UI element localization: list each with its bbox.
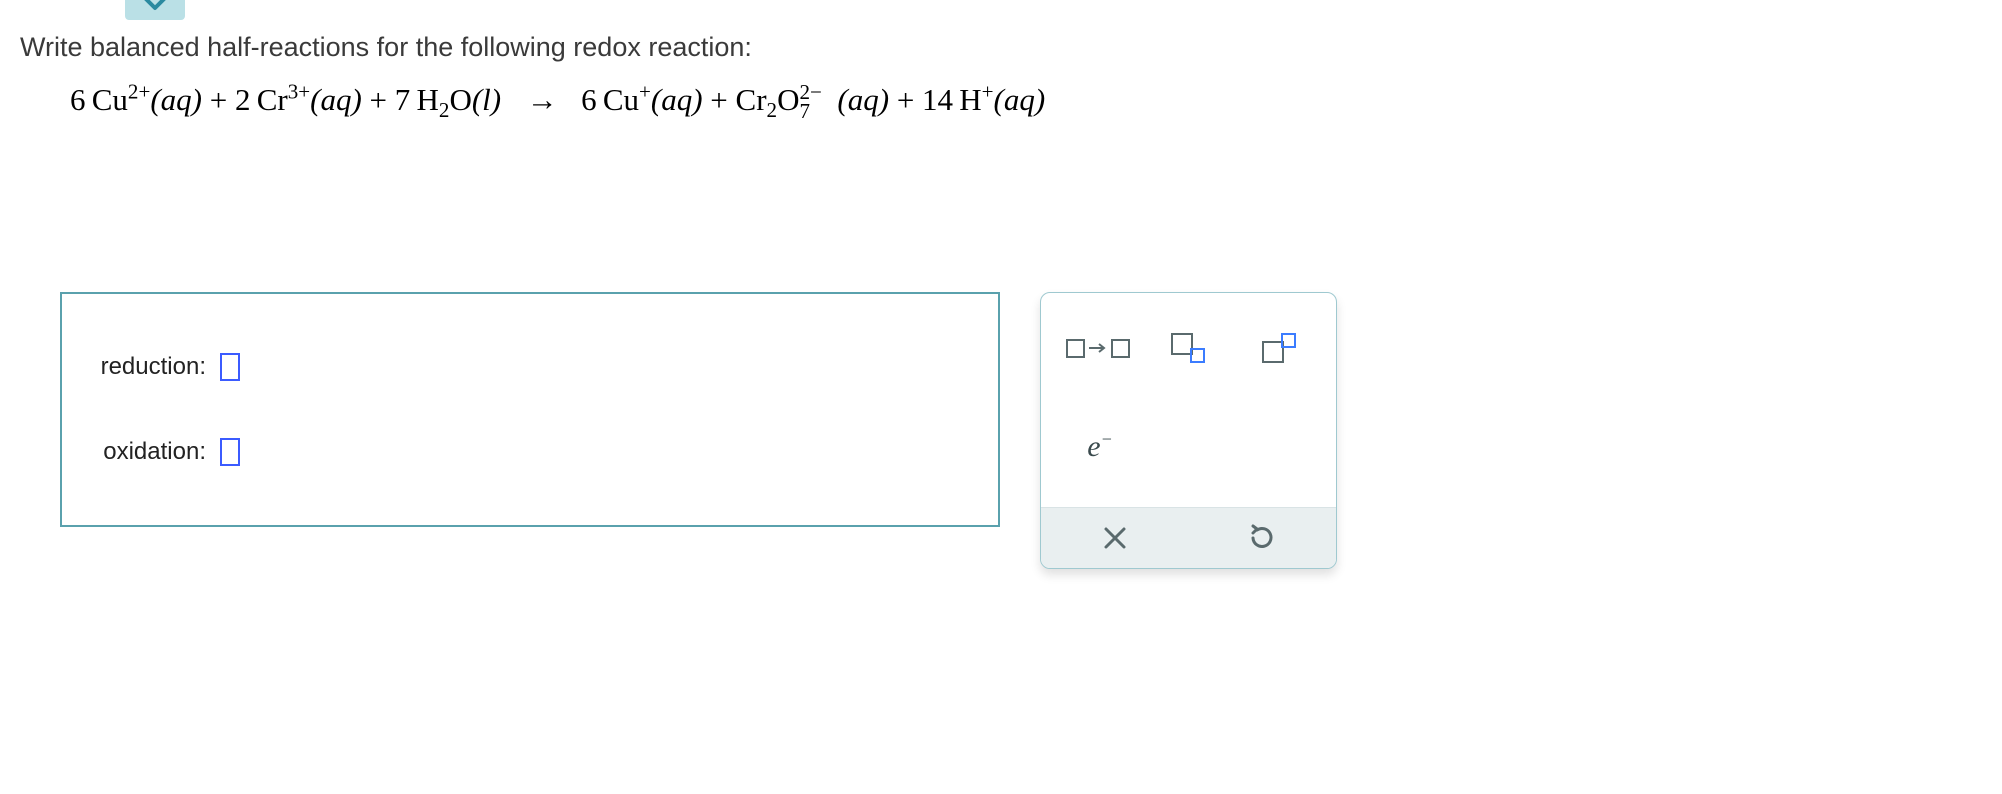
subscript-tool-button[interactable] [1151,317,1225,379]
tool-rows: e− [1041,293,1336,507]
redox-equation: 6 Cu2+(aq) + 2 Cr3+(aq) + 7 H2O(l) → 6 C… [70,80,1045,124]
reduction-input[interactable] [220,353,240,381]
clear-button[interactable] [1090,513,1140,563]
oxidation-label: oxidation: [86,438,206,466]
reactant-2: 2 Cr3+(aq) [235,82,370,117]
question-prompt: Write balanced half-reactions for the fo… [20,32,752,63]
product-2: Cr2O72− (aq) [736,82,897,117]
reactant-3: 7 H2O(l) [395,82,509,117]
electron-tool-icon: e− [1087,429,1112,464]
expand-chevron[interactable] [125,0,185,20]
arrow-tool-icon [1066,339,1130,358]
electron-tool-button[interactable]: e− [1061,415,1139,477]
reduction-row: reduction: [86,353,974,381]
answer-box: reduction: oxidation: [60,292,1000,527]
reaction-arrow: → [527,82,556,117]
reset-button[interactable] [1237,513,1287,563]
equation-toolbox: e− [1040,292,1337,569]
undo-icon [1247,523,1277,553]
reactant-1: 6 Cu2+(aq) [70,82,210,117]
arrow-tool-button[interactable] [1061,317,1135,379]
close-icon [1101,524,1129,552]
toolbox-footer [1041,507,1336,568]
subscript-tool-icon [1171,333,1205,363]
reduction-label: reduction: [86,353,206,381]
superscript-tool-button[interactable] [1242,317,1316,379]
product-1: 6 Cu+(aq) [581,82,710,117]
oxidation-input[interactable] [220,438,240,466]
product-3: 14 H+(aq) [922,82,1045,117]
superscript-tool-icon [1262,333,1296,363]
chevron-down-icon [141,0,169,12]
oxidation-row: oxidation: [86,438,974,466]
